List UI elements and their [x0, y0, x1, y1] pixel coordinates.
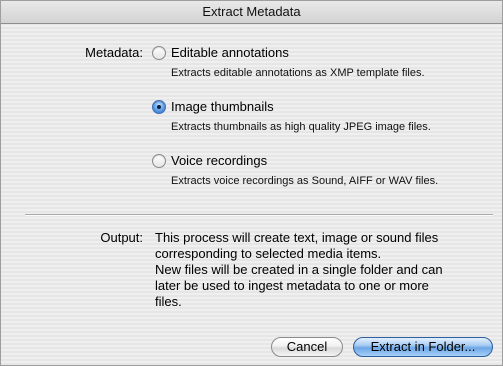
- extract-metadata-dialog: Extract Metadata Metadata: Editable anno…: [0, 0, 503, 366]
- output-line: later be used to ingest metadata to one …: [155, 278, 429, 293]
- radio-image-thumbnails[interactable]: [152, 100, 166, 114]
- option-voice-recordings-description: Extracts voice recordings as Sound, AIFF…: [171, 175, 439, 187]
- option-editable-annotations-label[interactable]: Editable annotations: [171, 45, 289, 60]
- option-voice-recordings-label[interactable]: Voice recordings: [171, 153, 267, 168]
- output-line: New files will be created in a single fo…: [155, 262, 443, 277]
- radio-editable-annotations[interactable]: [152, 46, 166, 60]
- section-divider: [25, 214, 493, 216]
- output-description: This process will create text, image or …: [155, 230, 495, 310]
- extract-in-folder-button[interactable]: Extract in Folder...: [353, 337, 493, 357]
- radio-voice-recordings[interactable]: [152, 154, 166, 168]
- output-label: Output:: [100, 230, 143, 245]
- output-line: This process will create text, image or …: [155, 230, 439, 245]
- cancel-button[interactable]: Cancel: [271, 337, 343, 357]
- option-image-thumbnails-label[interactable]: Image thumbnails: [171, 99, 274, 114]
- output-line: corresponding to selected media items.: [155, 246, 382, 261]
- window-title: Extract Metadata: [1, 1, 502, 24]
- output-line: files.: [155, 294, 182, 309]
- option-editable-annotations-description: Extracts editable annotations as XMP tem…: [171, 67, 425, 79]
- metadata-label: Metadata:: [85, 45, 143, 60]
- option-image-thumbnails-description: Extracts thumbnails as high quality JPEG…: [171, 121, 431, 133]
